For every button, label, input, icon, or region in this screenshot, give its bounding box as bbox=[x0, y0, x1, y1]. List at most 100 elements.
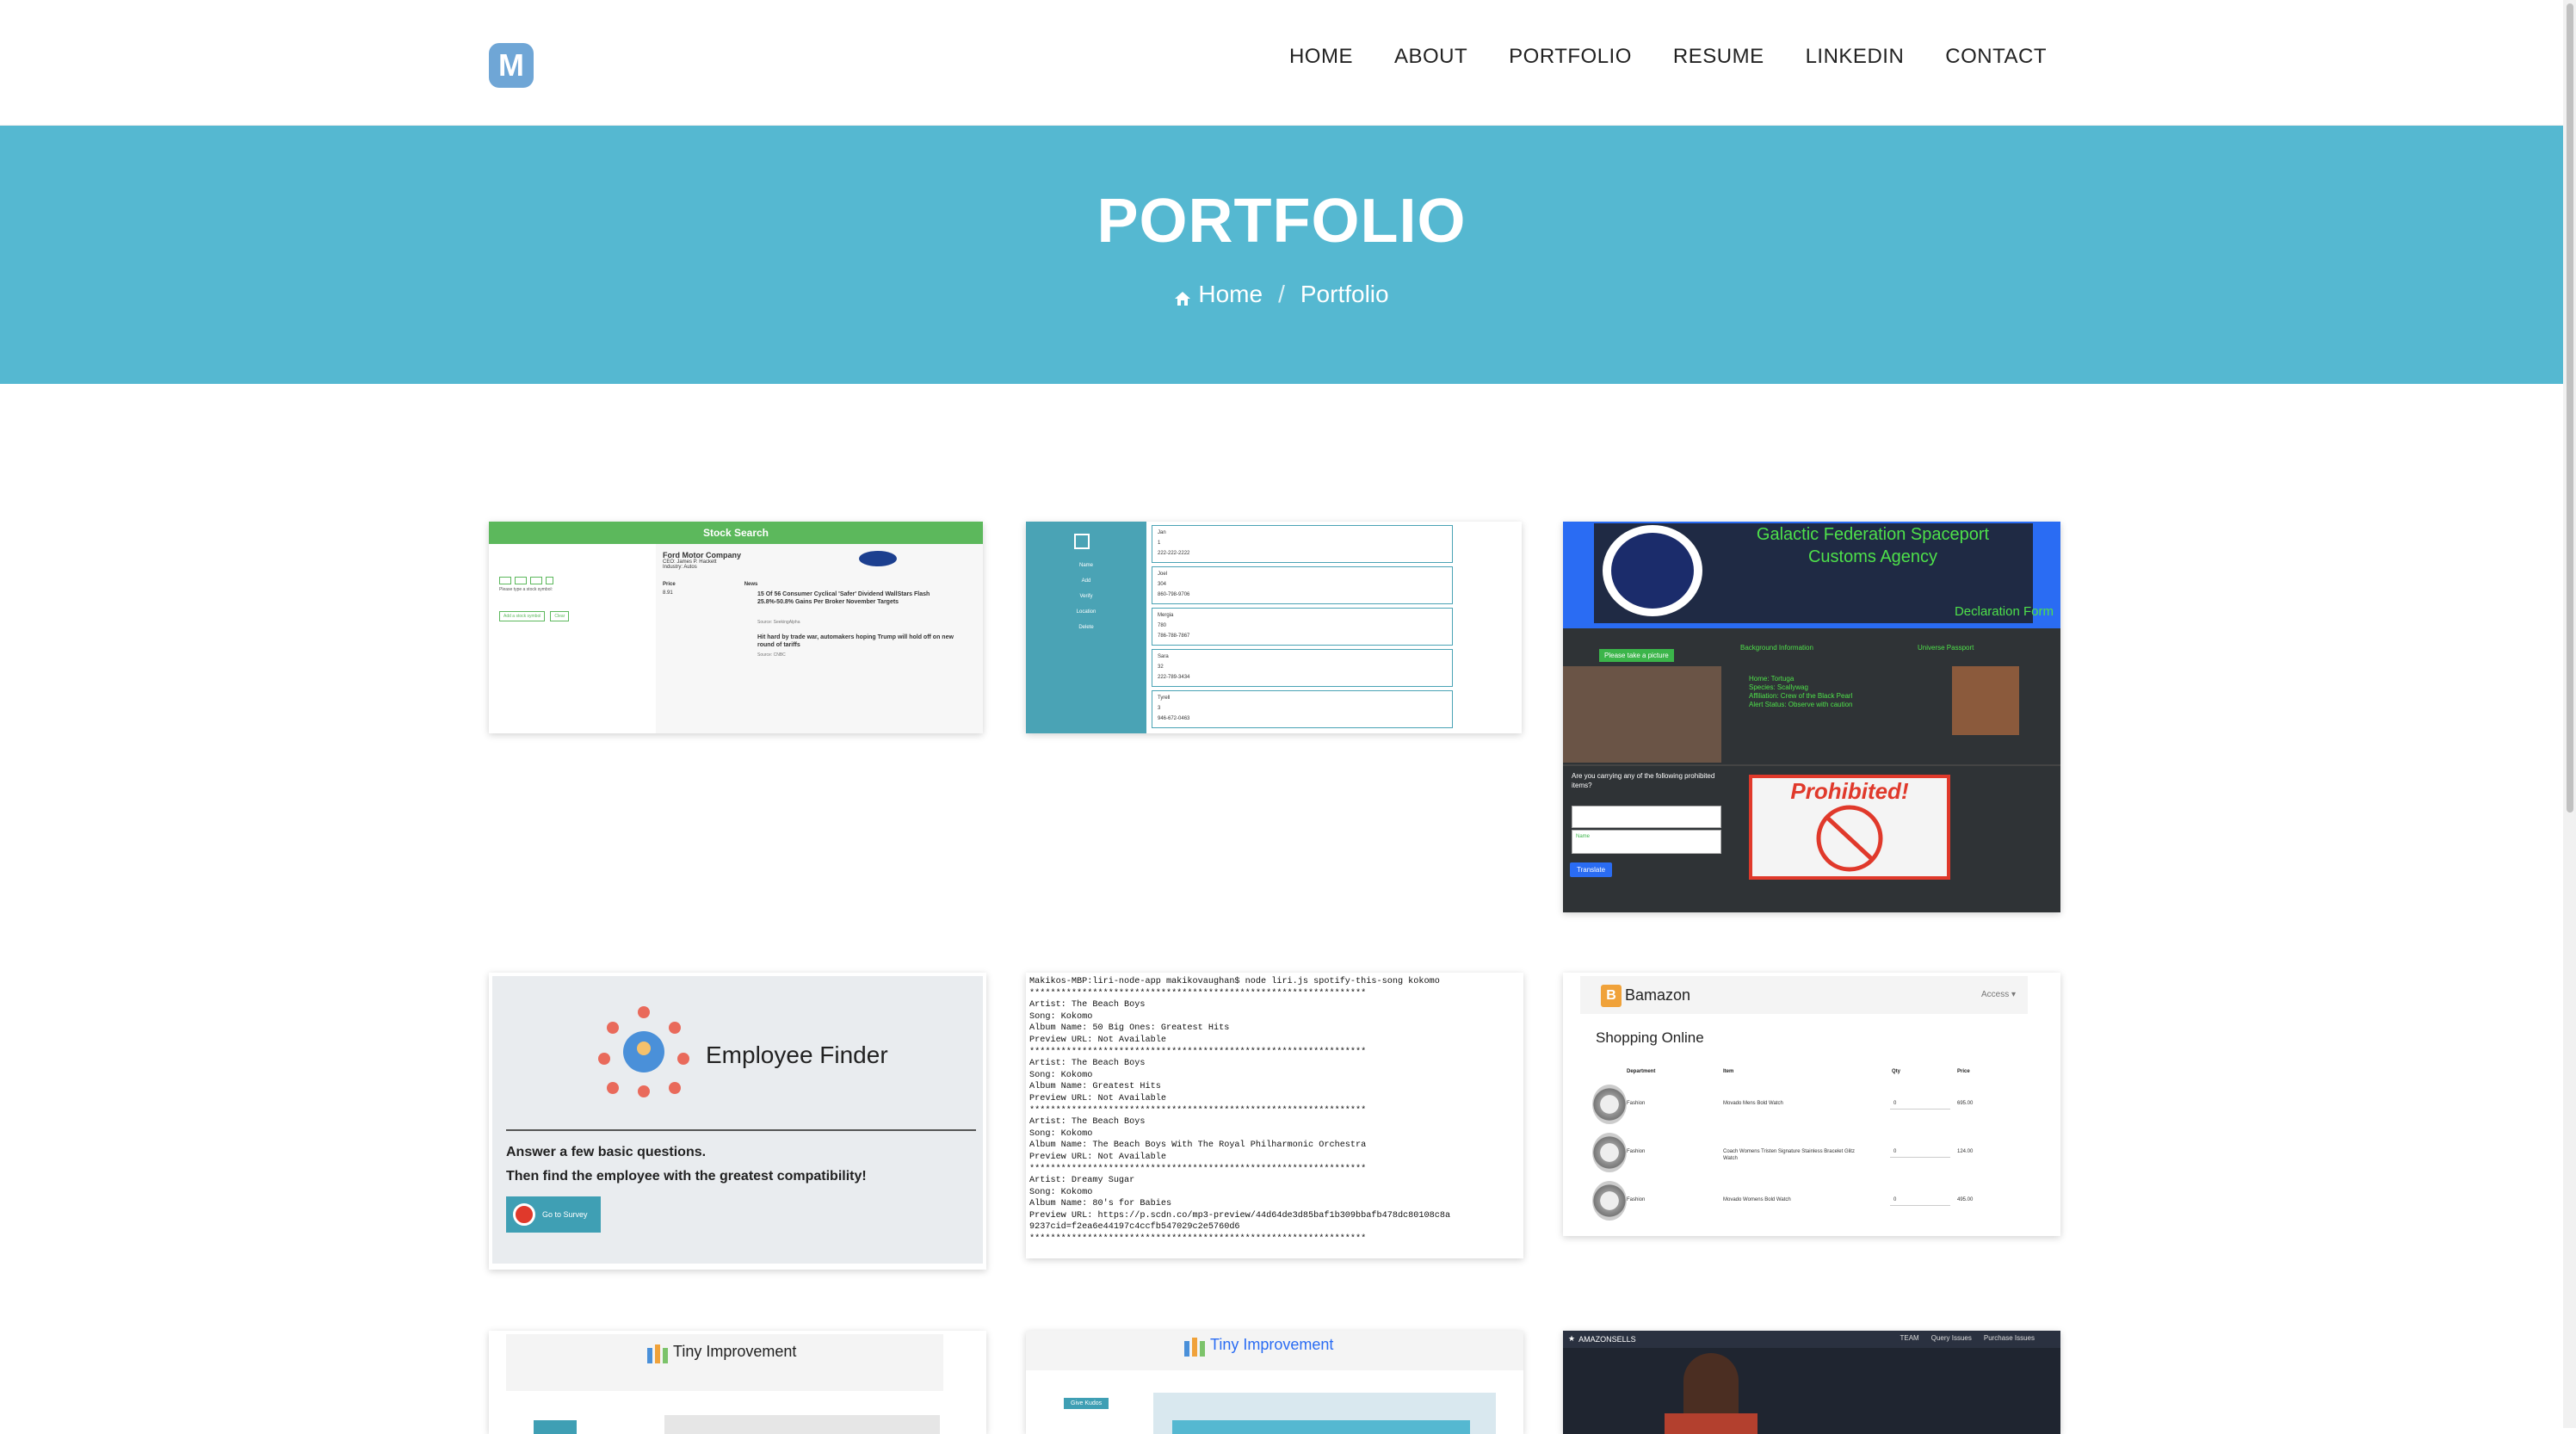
table-cell-item: Movado Womens Bold Watch bbox=[1723, 1197, 1791, 1202]
nav-about[interactable]: ABOUT bbox=[1394, 45, 1467, 69]
translate-button[interactable]: Translate bbox=[1570, 862, 1613, 877]
terminal-line: Album Name: 80's for Babies bbox=[1029, 1199, 1172, 1209]
contact-num: 3 bbox=[1158, 706, 1161, 711]
terminal-line: Song: Kokomo bbox=[1029, 1011, 1093, 1022]
portfolio-item-tiny-improvement-1[interactable]: Tiny Improvement bbox=[489, 1331, 986, 1434]
thumb-header: Stock Search bbox=[489, 522, 983, 544]
page-banner: PORTFOLIO Home / Portfolio bbox=[0, 126, 2563, 384]
breadcrumb-home-link[interactable]: Home bbox=[1198, 281, 1263, 308]
terminal-line: Song: Kokomo bbox=[1029, 1187, 1093, 1197]
contact-icon bbox=[1074, 534, 1090, 549]
portfolio-item-galactic-customs[interactable]: Galactic Federation Spaceport Customs Ag… bbox=[1563, 522, 2060, 912]
table-header-cell: Qty bbox=[1892, 1069, 1901, 1074]
table-cell-qty[interactable]: 0 bbox=[1893, 1196, 1896, 1203]
name-input[interactable]: Name bbox=[1572, 830, 1721, 854]
table-header-cell: Price bbox=[1957, 1069, 1970, 1074]
prohibited-sign-icon bbox=[1798, 804, 1901, 873]
table-cell-price: 495.00 bbox=[1957, 1197, 1974, 1202]
terminal-line: Song: Kokomo bbox=[1029, 1070, 1093, 1080]
thumbnail: Stock Search Please type a stock symbol:… bbox=[489, 522, 983, 733]
watch-image bbox=[1592, 1181, 1627, 1221]
contact-num: 32 bbox=[1158, 664, 1164, 670]
nav-linkedin[interactable]: LINKEDIN bbox=[1806, 45, 1905, 69]
thumb-nav: Name Add Verify Location Delete bbox=[1026, 558, 1146, 635]
terminal-line: Album Name: 50 Big Ones: Greatest Hits bbox=[1029, 1023, 1230, 1034]
table-cell-dept: Fashion bbox=[1627, 1101, 1646, 1106]
ford-logo bbox=[859, 551, 897, 566]
page-title: PORTFOLIO bbox=[1096, 187, 1467, 256]
table-cell-item: Coach Womens Tristen Signature Stainless… bbox=[1723, 1149, 1855, 1161]
webcam-photo bbox=[1563, 666, 1721, 763]
terminal-line: Artist: The Beach Boys bbox=[1029, 1117, 1146, 1128]
thumb-nav-item: Delete bbox=[1078, 625, 1094, 630]
portfolio-item-amazonsells[interactable]: ★ AMAZONSELLS TEAM Query Issues Purchase… bbox=[1563, 1331, 2060, 1434]
site-logo[interactable]: M bbox=[489, 43, 534, 88]
terminal-line: Album Name: Greatest Hits bbox=[1029, 1082, 1161, 1092]
terminal-line: Preview URL: https://p.scdn.co/mp3-previ… bbox=[1029, 1210, 1451, 1221]
table-cell-qty[interactable]: 0 bbox=[1893, 1148, 1896, 1155]
site-header: M HOME ABOUT PORTFOLIO RESUME LINKEDIN C… bbox=[0, 0, 2563, 126]
nav-home[interactable]: HOME bbox=[1289, 45, 1353, 69]
table-row: Fashion Coach Womens Tristen Signature St… bbox=[1592, 1128, 2040, 1176]
nav-portfolio[interactable]: PORTFOLIO bbox=[1509, 45, 1632, 69]
portfolio-item-bamazon[interactable]: B Bamazon Access ▾ Shopping Online Depar… bbox=[1563, 973, 2060, 1236]
portfolio-item-tiny-improvement-2[interactable]: Tiny Improvement Give Kudos bbox=[1026, 1331, 1523, 1434]
terminal-line: Artist: The Beach Boys bbox=[1029, 1000, 1146, 1011]
portfolio-item-stock-search[interactable]: Stock Search Please type a stock symbol:… bbox=[489, 522, 983, 733]
item-input[interactable] bbox=[1572, 806, 1721, 828]
thumb-main: Ford Motor Company CEO: James P. Hackett… bbox=[663, 551, 954, 658]
contact-num: 780 bbox=[1158, 623, 1167, 628]
star-icon: ★ bbox=[1568, 1334, 1576, 1343]
watch-image bbox=[1592, 1133, 1627, 1172]
terminal-line: ****************************************… bbox=[1029, 988, 1367, 998]
nav-resume[interactable]: RESUME bbox=[1673, 45, 1764, 69]
people-icon bbox=[1183, 1334, 1207, 1358]
thumb-prompt: Please type a stock symbol: bbox=[499, 587, 553, 592]
contact-phone: 946-672-0463 bbox=[1158, 716, 1190, 721]
contact-name: Sara bbox=[1158, 654, 1169, 659]
contact-card: Mergia 780 786-788-7867 bbox=[1152, 608, 1453, 646]
info-line: Affiliation: Crew of the Black Pearl bbox=[1749, 692, 1853, 700]
contact-card: Jan 1 222-222-2222 bbox=[1152, 525, 1453, 563]
breadcrumb-separator: / bbox=[1278, 281, 1285, 307]
page-scrollbar-thumb[interactable] bbox=[2567, 3, 2573, 813]
contact-num: 1 bbox=[1158, 541, 1161, 546]
terminal-line: Artist: The Beach Boys bbox=[1029, 1059, 1146, 1069]
contact-phone: 222-222-2222 bbox=[1158, 551, 1190, 556]
table-cell-qty[interactable]: 0 bbox=[1893, 1100, 1896, 1107]
contact-num: 304 bbox=[1158, 582, 1167, 587]
terminal-line: Makikos-MBP:liri-node-app makikovaughan$… bbox=[1029, 977, 1440, 986]
clipboard-icon bbox=[513, 1203, 535, 1226]
contact-name: Joel bbox=[1158, 572, 1168, 577]
model-photo bbox=[1683, 1353, 1739, 1422]
thumb-header: Tiny Improvement bbox=[506, 1334, 943, 1391]
survey-button[interactable]: Go to Survey bbox=[506, 1196, 601, 1233]
contact-card: Tyrell 3 946-672-0463 bbox=[1152, 690, 1453, 728]
table-header-cell: Item bbox=[1723, 1069, 1734, 1074]
prohibited-box: Prohibited! bbox=[1749, 775, 1950, 880]
breadcrumb-current: Portfolio bbox=[1300, 281, 1389, 307]
thumb-info: Home: Tortuga Species: Scallywag Affiliati… bbox=[1749, 675, 1853, 709]
thumb-buttons bbox=[499, 577, 553, 584]
terminal-line: ****************************************… bbox=[1029, 1105, 1367, 1116]
table-header-cell: Department bbox=[1627, 1069, 1656, 1074]
contact-phone: 222-789-3434 bbox=[1158, 675, 1190, 680]
thumb-nav-item: Verify bbox=[1079, 594, 1093, 599]
info-line: Home: Tortuga bbox=[1749, 675, 1795, 683]
table-cell-price: 124.00 bbox=[1957, 1149, 1974, 1154]
portfolio-item-liri-bot[interactable]: Makikos-MBP:liri-node-app makikovaughan$… bbox=[1026, 973, 1523, 1258]
thumb-title: Employee Finder bbox=[706, 1042, 888, 1068]
nav-contact[interactable]: CONTACT bbox=[1945, 45, 2047, 69]
terminal-line: ****************************************… bbox=[1029, 1164, 1367, 1174]
thumb-brand: ★ AMAZONSELLS bbox=[1568, 1334, 1636, 1344]
terminal-line: Album Name: The Beach Boys With The Roya… bbox=[1029, 1140, 1367, 1151]
portfolio-item-employee-finder[interactable]: Employee Finder Answer a few basic quest… bbox=[489, 973, 986, 1270]
portfolio-item-contacts[interactable]: Name Add Verify Location Delete Jan 1 222-222-… bbox=[1026, 522, 1522, 733]
contact-phone: 860-798-9706 bbox=[1158, 592, 1190, 597]
thumb-nav-item: Name bbox=[1078, 563, 1093, 568]
bamazon-logo-icon: B bbox=[1601, 985, 1622, 1007]
thumb-nav-item: Add bbox=[1081, 578, 1091, 584]
watch-image bbox=[1592, 1085, 1627, 1124]
thumbnail: ★ AMAZONSELLS TEAM Query Issues Purchase… bbox=[1563, 1331, 2060, 1434]
terminal-line: Preview URL: Not Available bbox=[1029, 1152, 1166, 1162]
